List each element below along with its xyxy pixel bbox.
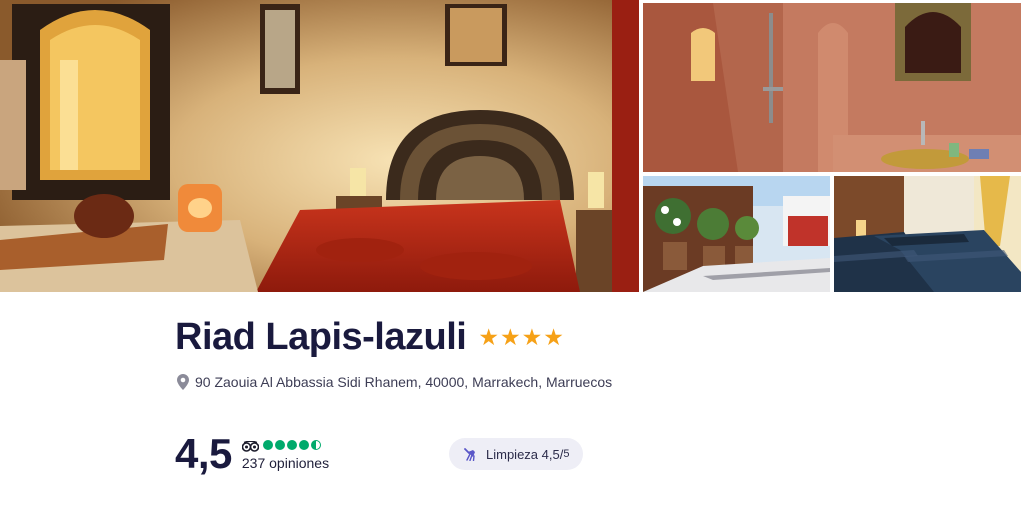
tripadvisor-owl-icon (241, 439, 260, 452)
rating-bubble-full (286, 439, 297, 450)
review-meta: 237 opiniones (241, 438, 330, 471)
broom-icon (464, 447, 477, 461)
hotel-address: 90 Zaouia Al Abbassia Sidi Rhanem, 40000… (195, 374, 613, 390)
star-rating: ★ ★ ★ ★ (478, 323, 564, 350)
hotel-name: Riad Lapis-lazuli (175, 316, 467, 358)
rating-bubble-full (298, 439, 309, 450)
photo-bedroom[interactable] (0, 0, 639, 292)
photo-twin-room[interactable] (834, 176, 1021, 292)
star-icon: ★ (478, 323, 499, 350)
review-score[interactable]: 4,5 237 opiniones (175, 432, 329, 476)
rating-bubble-full (274, 439, 285, 450)
photo-bathroom[interactable] (643, 3, 1021, 172)
star-icon: ★ (543, 323, 564, 350)
tripadvisor-rating (241, 438, 329, 452)
star-icon: ★ (499, 323, 521, 350)
star-icon: ★ (521, 323, 543, 350)
rating-bubble-half (310, 439, 321, 450)
rating-bubble-full (262, 439, 273, 450)
review-count: 237 opiniones (241, 454, 330, 471)
cleanliness-badge[interactable]: Limpieza 4,5/5 (449, 438, 584, 470)
badge-label: Limpieza 4,5 (486, 446, 560, 462)
rating-score: 4,5 (175, 430, 232, 477)
address-row: 90 Zaouia Al Abbassia Sidi Rhanem, 40000… (177, 374, 612, 390)
photo-terrace[interactable] (643, 176, 830, 292)
title-row: Riad Lapis-lazuli ★ ★ ★ ★ (175, 314, 564, 360)
badge-max: 5 (563, 448, 570, 460)
rating-bubbles (262, 439, 321, 450)
map-pin-icon (177, 374, 189, 390)
photo-gallery (0, 0, 1024, 292)
